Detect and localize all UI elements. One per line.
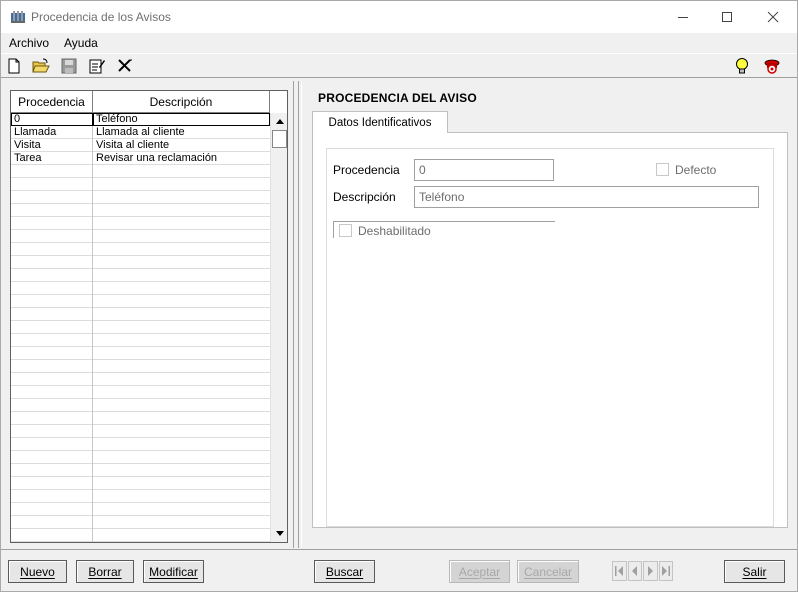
delete-x-icon	[118, 59, 132, 72]
detail-title: PROCEDENCIA DEL AVISO	[318, 91, 477, 105]
first-record-button[interactable]	[612, 561, 627, 581]
tab-datos-identificativos[interactable]: Datos Identificativos	[312, 111, 448, 133]
last-record-icon	[662, 566, 671, 576]
delete-button[interactable]	[116, 57, 134, 75]
deshabilitado-checkbox[interactable]	[339, 224, 352, 237]
table-row[interactable]: Visita Visita al cliente	[11, 139, 270, 152]
modificar-button[interactable]: Modificar	[143, 560, 204, 583]
descripcion-field[interactable]: Teléfono	[414, 186, 759, 208]
arrow-down-icon	[275, 531, 284, 536]
edit-button[interactable]	[88, 57, 106, 75]
open-folder-icon	[32, 58, 50, 73]
lightbulb-icon	[736, 58, 748, 74]
deshabilitado-frame-top	[333, 221, 555, 222]
detail-panel: PROCEDENCIA DEL AVISO Datos Identificati…	[301, 81, 795, 548]
close-icon	[767, 11, 779, 23]
scroll-up-button[interactable]	[271, 113, 287, 130]
buscar-button[interactable]: Buscar	[314, 560, 375, 583]
menu-bar: Archivo Ayuda	[1, 33, 797, 53]
save-button[interactable]	[60, 57, 78, 75]
procedencia-grid[interactable]: Procedencia Descripción 0 Teléfono Llama…	[10, 90, 288, 543]
record-navigator	[612, 561, 674, 581]
main-window: Procedencia de los Avisos Archivo Ayuda	[0, 0, 798, 592]
defecto-label: Defecto	[675, 163, 717, 177]
grid-scrollbar[interactable]	[270, 113, 287, 542]
column-header-procedencia[interactable]: Procedencia	[11, 91, 93, 113]
prev-record-icon	[632, 566, 638, 576]
prev-record-button[interactable]	[627, 561, 642, 581]
new-document-icon	[8, 58, 20, 74]
minimize-button[interactable]	[660, 1, 706, 33]
maximize-button[interactable]	[704, 1, 750, 33]
help-lifebuoy-icon	[764, 59, 780, 74]
cell-procedencia[interactable]: 0	[11, 113, 93, 126]
new-button[interactable]	[5, 57, 23, 75]
cell-descripcion[interactable]: Visita al cliente	[93, 139, 270, 152]
scroll-thumb[interactable]	[272, 130, 287, 148]
defecto-checkbox[interactable]	[656, 163, 669, 176]
deshabilitado-label: Deshabilitado	[358, 224, 431, 238]
scroll-down-button[interactable]	[271, 525, 287, 542]
aceptar-button[interactable]: Aceptar	[449, 560, 510, 583]
minimize-icon	[678, 17, 688, 18]
table-row[interactable]: 0 Teléfono	[11, 113, 270, 126]
button-bar: Nuevo Borrar Modificar Buscar Aceptar Ca…	[1, 549, 797, 591]
close-button[interactable]	[750, 1, 796, 33]
next-record-button[interactable]	[643, 561, 658, 581]
table-row[interactable]: Tarea Revisar una reclamación	[11, 152, 270, 165]
tip-button[interactable]	[733, 57, 751, 75]
maximize-icon	[722, 12, 732, 22]
fields-group: Procedencia 0 Defecto Descripción Teléfo…	[326, 148, 774, 527]
first-record-icon	[614, 566, 623, 576]
panel-splitter[interactable]	[295, 81, 299, 548]
grid-body: 0 Teléfono Llamada Llamada al cliente Vi…	[11, 113, 270, 542]
cell-descripcion[interactable]: Teléfono	[93, 113, 270, 126]
title-bar: Procedencia de los Avisos	[1, 1, 797, 33]
cell-procedencia[interactable]: Tarea	[11, 152, 93, 165]
cell-descripcion[interactable]: Llamada al cliente	[93, 126, 270, 139]
last-record-button[interactable]	[658, 561, 673, 581]
open-button[interactable]	[32, 57, 50, 75]
list-panel: Procedencia Descripción 0 Teléfono Llama…	[2, 81, 294, 548]
arrow-up-icon	[275, 119, 284, 124]
next-record-icon	[647, 566, 653, 576]
procedencia-label: Procedencia	[333, 163, 400, 177]
nuevo-button[interactable]: Nuevo	[8, 560, 67, 583]
salir-button[interactable]: Salir	[724, 560, 785, 583]
procedencia-field[interactable]: 0	[414, 159, 554, 181]
column-header-descripcion[interactable]: Descripción	[93, 91, 270, 113]
descripcion-label: Descripción	[333, 190, 396, 204]
tab-content: Procedencia 0 Defecto Descripción Teléfo…	[312, 132, 788, 528]
menu-archivo[interactable]: Archivo	[9, 36, 49, 50]
edit-notepad-icon	[89, 59, 105, 74]
deshabilitado-frame-left	[333, 221, 334, 238]
cell-procedencia[interactable]: Visita	[11, 139, 93, 152]
app-icon	[10, 10, 26, 24]
cell-procedencia[interactable]: Llamada	[11, 126, 93, 139]
toolbar	[1, 53, 797, 78]
table-row[interactable]: Llamada Llamada al cliente	[11, 126, 270, 139]
borrar-button[interactable]: Borrar	[76, 560, 134, 583]
menu-ayuda[interactable]: Ayuda	[64, 36, 98, 50]
help-button[interactable]	[763, 57, 781, 75]
grid-header: Procedencia Descripción	[11, 91, 270, 113]
save-disk-icon	[61, 58, 77, 74]
cell-descripcion[interactable]: Revisar una reclamación	[93, 152, 270, 165]
window-title: Procedencia de los Avisos	[31, 10, 171, 24]
cancelar-button[interactable]: Cancelar	[517, 560, 579, 583]
